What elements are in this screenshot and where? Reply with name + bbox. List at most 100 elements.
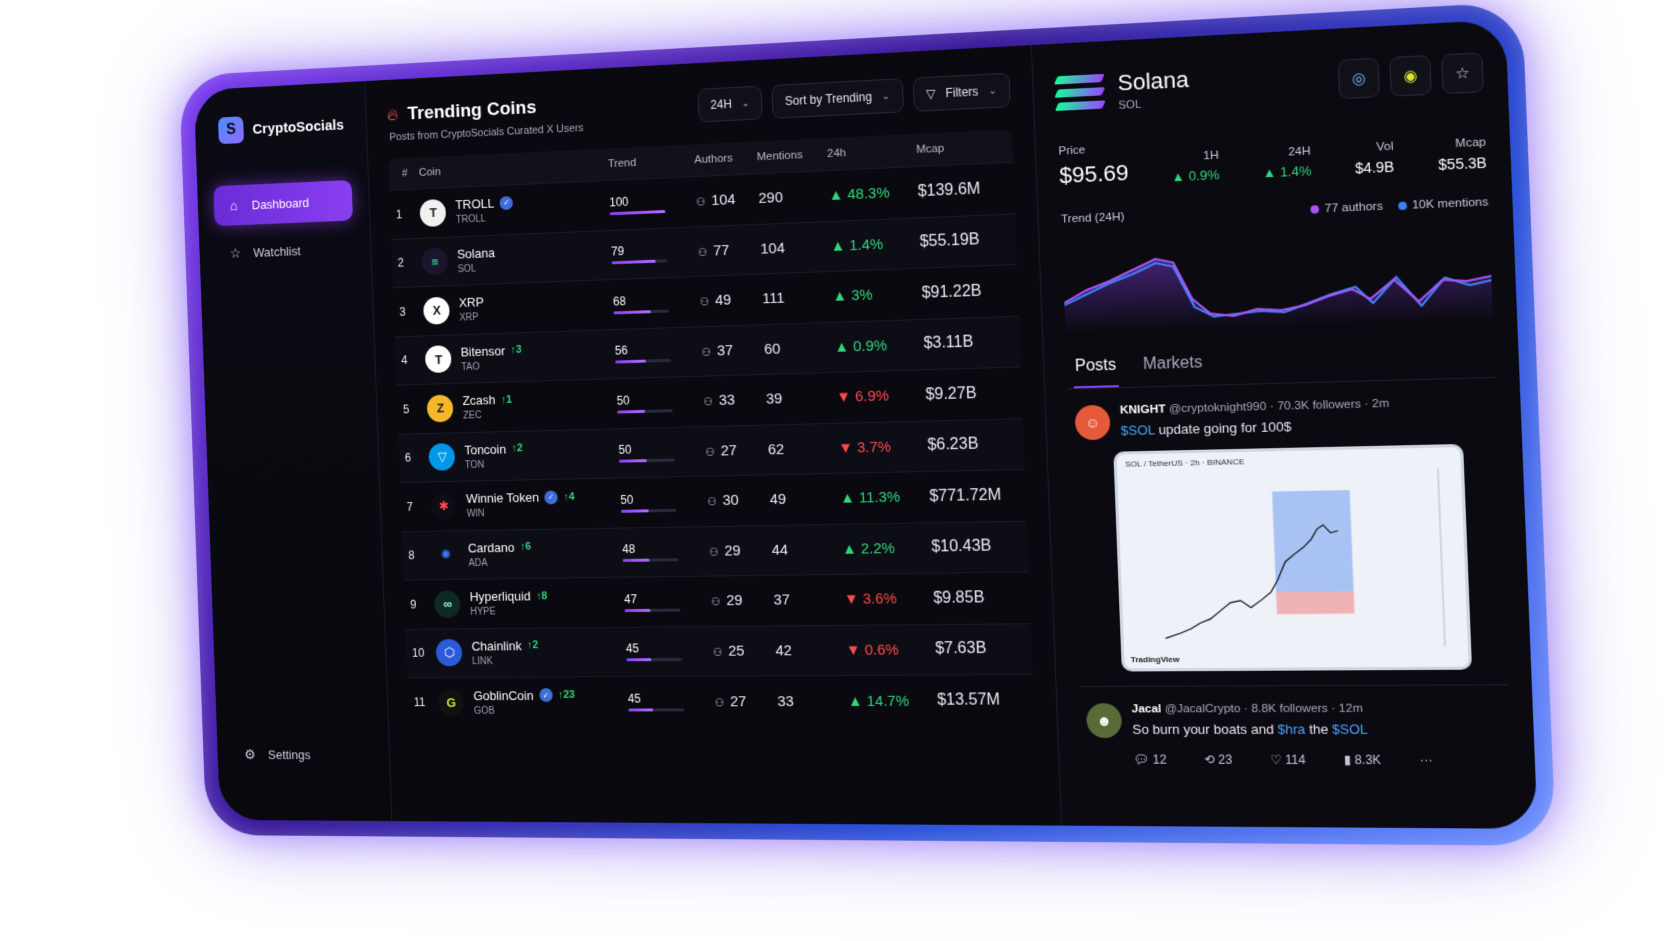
tab-markets[interactable]: Markets <box>1140 344 1205 387</box>
reply-count: 12 <box>1152 752 1167 767</box>
like-count: 114 <box>1284 752 1306 768</box>
sidebar-item-label: Watchlist <box>253 243 301 260</box>
table-row[interactable]: 9 ∞ Hyperliquid ↑8 HYPE 47 ⚇ 29 37 ▼ 3.6% $9.85B <box>403 571 1031 629</box>
table-row[interactable]: 11 G GoblinCoin ✓ ↑23 GOB 45 ⚇ 27 33 ▲ 14.7% $13.57… <box>407 674 1035 727</box>
mcap-cell: $9.27B <box>925 384 977 404</box>
coin-cell[interactable]: ✱ Winnie Token ✓ ↑4 WIN <box>425 478 616 531</box>
coin-name: GoblinCoin <box>473 687 534 703</box>
column-header-24h[interactable]: 24h <box>820 134 911 171</box>
trend-bar <box>626 658 683 662</box>
flame-icon: 🔥︎ <box>386 105 399 125</box>
change-arrow-icon: ▲ <box>832 287 852 306</box>
repost-icon: ⟲ <box>1203 752 1216 767</box>
authors-cell: ⚇ 27 <box>708 676 773 726</box>
like-button[interactable]: ♡ 114 <box>1270 752 1306 767</box>
coin-cell[interactable]: G GoblinCoin ✓ ↑23 GOB <box>432 677 623 727</box>
coin-cell[interactable]: X XRP XRP <box>417 280 608 336</box>
authors-count: 49 <box>714 291 732 310</box>
coinmarketcap-icon[interactable]: ◉ <box>1389 54 1432 97</box>
filter-icon: ▽ <box>925 86 936 102</box>
change-arrow-icon: ▼ <box>845 641 866 659</box>
change-1h-text: 0.9% <box>1188 166 1220 184</box>
filters-button[interactable]: ▽ Filters ⌄ <box>912 72 1011 112</box>
price-chart-image <box>1117 447 1469 668</box>
person-icon: ⚇ <box>699 296 710 309</box>
sidebar-item-dashboard[interactable]: ⌂ Dashboard <box>213 179 353 227</box>
post-time: 12m <box>1338 702 1364 716</box>
coin-cell[interactable]: ∞ Hyperliquid ↑8 HYPE <box>428 577 619 628</box>
post-author[interactable]: Jacal <box>1131 703 1161 715</box>
post-author[interactable]: KNIGHT <box>1120 403 1166 416</box>
timeframe-select[interactable]: 24H ⌄ <box>697 85 764 123</box>
verified-icon: ✓ <box>538 688 553 702</box>
post-item[interactable]: ☻ Jacal @JacalCrypto · 8.8K followers · … <box>1079 685 1511 782</box>
coingecko-icon[interactable]: ◎ <box>1337 57 1380 100</box>
column-header-mcap[interactable]: Mcap <box>909 129 1013 167</box>
trend-bar <box>611 259 668 265</box>
coin-cell[interactable]: T TROLL ✓ TROLL <box>414 181 605 238</box>
reply-button[interactable]: 💬︎ 12 <box>1133 752 1167 766</box>
post-chart-image[interactable]: SOL / TetherUS · 2h · BINANCE TradingVie… <box>1113 443 1473 672</box>
repost-button[interactable]: ⟲ 23 <box>1204 752 1233 766</box>
app-screen: S CryptoSocials ⌂ Dashboard ☆ Watchlist … <box>193 19 1538 829</box>
person-icon: ⚇ <box>695 196 706 209</box>
trend-bar <box>618 458 675 463</box>
price-label: Price <box>1058 144 1086 158</box>
bar-chart-icon: ▮ <box>1343 752 1352 768</box>
brand: S CryptoSocials <box>217 111 350 145</box>
authors-count: 33 <box>718 391 736 410</box>
sort-select[interactable]: Sort by Trending ⌄ <box>771 78 904 119</box>
column-header-rank: # <box>388 157 414 191</box>
sidebar-item-watchlist[interactable]: ☆ Watchlist <box>215 228 355 275</box>
trend-cell: 68 <box>607 277 695 330</box>
trend-score: 45 <box>627 691 641 706</box>
watchlist-star-button[interactable]: ☆ <box>1441 52 1484 95</box>
cashtag-link[interactable]: $hra <box>1277 721 1305 737</box>
table-row[interactable]: 10 ⬡ Chainlink ↑2 LINK 45 ⚇ 25 42 ▼ 0.6% $7.63B <box>405 623 1033 678</box>
verified-icon: ✓ <box>499 195 514 210</box>
coin-name: XRP <box>458 294 485 311</box>
tradingview-logo: TradingView <box>1130 654 1180 665</box>
sidebar-item-settings[interactable]: ⚙ Settings <box>242 747 311 763</box>
trend-bar-fill <box>620 509 649 513</box>
views-button[interactable]: ▮ 8.3K <box>1344 753 1382 768</box>
coin-logo-icon: ✱ <box>430 492 458 520</box>
column-header-mentions[interactable]: Mentions <box>750 138 822 175</box>
coin-cell[interactable]: ✺ Cardano ↑6 ADA <box>426 528 617 580</box>
post-item[interactable]: ☺ KNIGHT @cryptoknight990 · 70.3K follow… <box>1067 377 1508 688</box>
coin-cell[interactable]: Z Zcash ↑1 ZEC <box>421 379 612 433</box>
trend-score: 100 <box>609 194 629 210</box>
column-header-authors[interactable]: Authors <box>687 141 752 177</box>
rank-rise-badge: ↑3 <box>510 344 522 357</box>
post-handle[interactable]: @JacalCrypto <box>1165 703 1241 716</box>
coin-logo-icon: X <box>423 296 451 325</box>
trend-bar-fill <box>613 309 651 315</box>
avatar[interactable]: ☻ <box>1085 703 1123 739</box>
avatar[interactable]: ☺ <box>1074 404 1111 441</box>
mcap-cell: $13.57M <box>936 691 1001 709</box>
sidebar-item-label: Dashboard <box>251 194 310 212</box>
rank-rise-badge: ↑2 <box>526 639 539 652</box>
trend-score: 50 <box>616 393 630 408</box>
rank-cell: 1 <box>395 207 403 222</box>
tab-posts[interactable]: Posts <box>1072 346 1120 389</box>
trend-area <box>1062 246 1494 334</box>
coin-cell[interactable]: T Bitensor ↑3 TAO <box>419 329 610 384</box>
table-row[interactable]: 8 ✺ Cardano ↑6 ADA 48 ⚇ 29 44 ▲ 2.2% $10.43B <box>402 520 1029 581</box>
change-24h-cell: ▲ 48.3% <box>822 167 913 221</box>
post-handle[interactable]: @cryptoknight990 <box>1169 401 1267 416</box>
coin-cell[interactable]: ▽ Toncoin ↑2 TON <box>423 428 614 482</box>
column-header-trend[interactable]: Trend <box>601 144 690 181</box>
coin-logo-icon: T <box>419 198 447 227</box>
coin-symbol: TON <box>464 459 485 471</box>
cashtag-link[interactable]: $SOL <box>1332 721 1368 737</box>
chevron-down-icon: ⌄ <box>741 97 750 109</box>
coin-cell[interactable]: ≡ Solana SOL <box>416 230 607 287</box>
more-button[interactable]: ··· <box>1420 753 1434 768</box>
coin-cell[interactable]: ⬡ Chainlink ↑2 LINK <box>430 627 621 678</box>
rank-cell: 11 <box>413 695 426 710</box>
cashtag-link[interactable]: $SOL <box>1120 422 1155 438</box>
authors-count: 27 <box>720 441 738 460</box>
trend-cell: 56 <box>608 326 696 378</box>
toolbar: 24H ⌄ Sort by Trending ⌄ ▽ Filters ⌄ <box>697 72 1011 123</box>
